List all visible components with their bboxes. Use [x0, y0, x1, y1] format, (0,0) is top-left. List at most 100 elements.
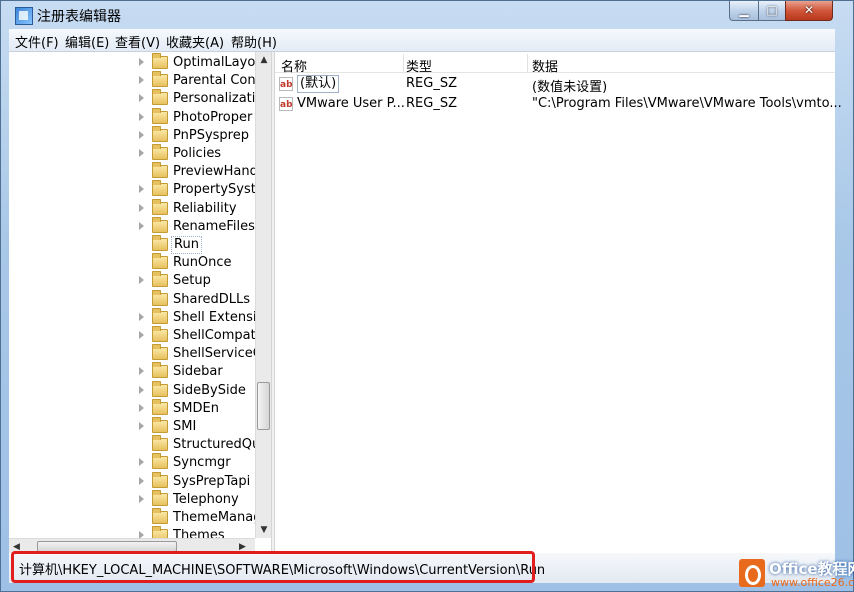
expand-arrow-icon[interactable]: [139, 276, 144, 285]
tree-item[interactable]: SideBySide: [9, 380, 259, 400]
folder-icon: [152, 53, 168, 69]
tree-item-label: Parental Con: [173, 73, 256, 89]
tree-item[interactable]: Personalizati: [9, 89, 259, 108]
tree-item[interactable]: PhotoProper: [9, 107, 259, 127]
expand-arrow-icon[interactable]: [139, 112, 144, 121]
value-row[interactable]: ab VMware User P... REG_SZ "C:\Program File…: [275, 95, 842, 114]
column-separator[interactable]: [403, 54, 404, 72]
folder-icon: [152, 71, 168, 88]
tree-item-label: SharedDLLs: [173, 291, 251, 307]
title-bar[interactable]: 注册表编辑器 ▁ □ ✕: [1, 1, 853, 29]
tree-item[interactable]: Telephony: [9, 489, 259, 509]
folder-icon: [152, 489, 168, 506]
value-row[interactable]: ab (默认) REG_SZ (数值未设置): [275, 75, 835, 95]
expand-arrow-icon[interactable]: [139, 130, 144, 139]
expand-arrow-icon[interactable]: [139, 494, 144, 503]
tree-item[interactable]: SysPrepTapi: [9, 471, 259, 491]
tree-item[interactable]: Syncmgr: [9, 453, 259, 472]
tree-item[interactable]: ShellServiceC: [9, 344, 262, 363]
tree-item[interactable]: Reliability: [9, 198, 259, 218]
menu-file[interactable]: 文件(F): [15, 32, 59, 51]
tree-item[interactable]: RunOnce: [9, 253, 259, 272]
tree-item[interactable]: Setup: [9, 271, 259, 290]
expand-arrow-icon[interactable]: [139, 458, 144, 467]
tree-item[interactable]: RenameFiles: [9, 216, 259, 236]
column-header-type[interactable]: 类型: [406, 56, 432, 75]
client-area: OptimalLayo Parental Con Personalizati Phot…: [9, 51, 842, 554]
minimize-button[interactable]: ▁: [729, 1, 759, 21]
tree-item-label: PropertySyst: [173, 182, 256, 198]
maximize-button[interactable]: □: [758, 1, 786, 21]
folder-icon: [152, 435, 168, 452]
tree-item-label: SysPrepTapi: [173, 473, 251, 489]
tree-item[interactable]: Policies: [9, 144, 259, 163]
key-tree-pane[interactable]: OptimalLayo Parental Con Personalizati Phot…: [9, 52, 271, 554]
close-button[interactable]: ✕: [785, 1, 833, 21]
folder-icon: [152, 162, 168, 179]
expand-arrow-icon[interactable]: [139, 422, 144, 430]
tree-item-label: OptimalLayo: [173, 55, 256, 70]
expand-arrow-icon[interactable]: [139, 312, 144, 321]
menu-help[interactable]: 帮助(H): [231, 32, 277, 51]
tree-item-label: SideBySide: [173, 382, 246, 398]
folder-icon: [152, 344, 168, 361]
folder-icon: [152, 326, 168, 342]
expand-arrow-icon[interactable]: [139, 403, 144, 412]
tree-item-label: RunOnce: [173, 255, 232, 271]
scroll-down-arrow-icon[interactable]: ▼: [256, 522, 271, 538]
expand-arrow-icon[interactable]: [139, 185, 144, 194]
folder-icon: [152, 307, 168, 324]
tree-vertical-scrollbar[interactable]: ▲ ▼: [255, 52, 271, 538]
scroll-up-arrow-icon[interactable]: ▲: [256, 52, 271, 68]
tree-item[interactable]: Shell Extensic: [9, 307, 264, 327]
tree-item[interactable]: Parental Con: [9, 71, 259, 90]
menu-favorites[interactable]: 收藏夹(A): [166, 32, 224, 51]
expand-arrow-icon[interactable]: [139, 221, 144, 230]
tree-item-label: Syncmgr: [173, 455, 231, 471]
expand-arrow-icon[interactable]: [139, 94, 144, 103]
expand-arrow-icon[interactable]: [139, 476, 144, 485]
column-header-data[interactable]: 数据: [532, 56, 558, 75]
tree-item[interactable]: PropertySyst: [9, 180, 259, 199]
window-title: 注册表编辑器: [37, 9, 121, 25]
tree-item[interactable]: StructuredQu: [9, 435, 260, 454]
maximize-icon: □: [766, 3, 778, 17]
menu-edit[interactable]: 编辑(E): [65, 32, 109, 51]
menu-view[interactable]: 查看(V): [115, 32, 160, 51]
folder-icon: [152, 289, 168, 306]
tree-item-label: Policies: [173, 146, 222, 161]
folder-icon: [152, 362, 168, 379]
folder-icon: [152, 107, 168, 124]
tree-item-label: Telephony: [173, 491, 239, 507]
column-separator[interactable]: [527, 54, 528, 72]
expand-arrow-icon[interactable]: [139, 203, 144, 212]
values-list-pane[interactable]: 名称 类型 数据 ab (默认) REG_SZ (数值未设置) ab VMware Use…: [275, 52, 842, 554]
tree-item[interactable]: OptimalLayo: [9, 53, 259, 72]
column-header-name[interactable]: 名称: [281, 56, 307, 75]
tree-item[interactable]: SMI: [9, 417, 259, 436]
expand-arrow-icon[interactable]: [139, 331, 144, 339]
tree-item[interactable]: Run: [9, 235, 259, 254]
path-highlight-annotation: [11, 551, 535, 583]
tree-item[interactable]: SMDEn: [9, 398, 259, 418]
menu-bar: 文件(F) 编辑(E) 查看(V) 收藏夹(A) 帮助(H): [9, 29, 835, 52]
string-value-icon: ab: [279, 77, 293, 91]
expand-arrow-icon[interactable]: [139, 58, 144, 66]
tree-item[interactable]: ThemeManag: [9, 508, 261, 527]
expand-arrow-icon[interactable]: [139, 76, 144, 85]
expand-arrow-icon[interactable]: [139, 385, 144, 394]
folder-icon: [152, 380, 168, 397]
expand-arrow-icon[interactable]: [139, 367, 144, 376]
close-icon: ✕: [803, 3, 815, 17]
tree-vertical-scroll-thumb[interactable]: [257, 382, 270, 430]
registry-editor-icon: [15, 7, 33, 25]
expand-arrow-icon[interactable]: [139, 149, 144, 157]
folder-icon: [152, 89, 168, 106]
tree-item[interactable]: ShellCompat: [9, 326, 259, 345]
tree-item[interactable]: Sidebar: [9, 362, 259, 381]
tree-item[interactable]: PnPSysprep: [9, 125, 259, 145]
tree-item[interactable]: SharedDLLs: [9, 289, 259, 309]
tree-item-label: Reliability: [173, 200, 237, 216]
tree-item[interactable]: PreviewHand: [9, 162, 259, 181]
string-value-icon: ab: [279, 97, 293, 111]
